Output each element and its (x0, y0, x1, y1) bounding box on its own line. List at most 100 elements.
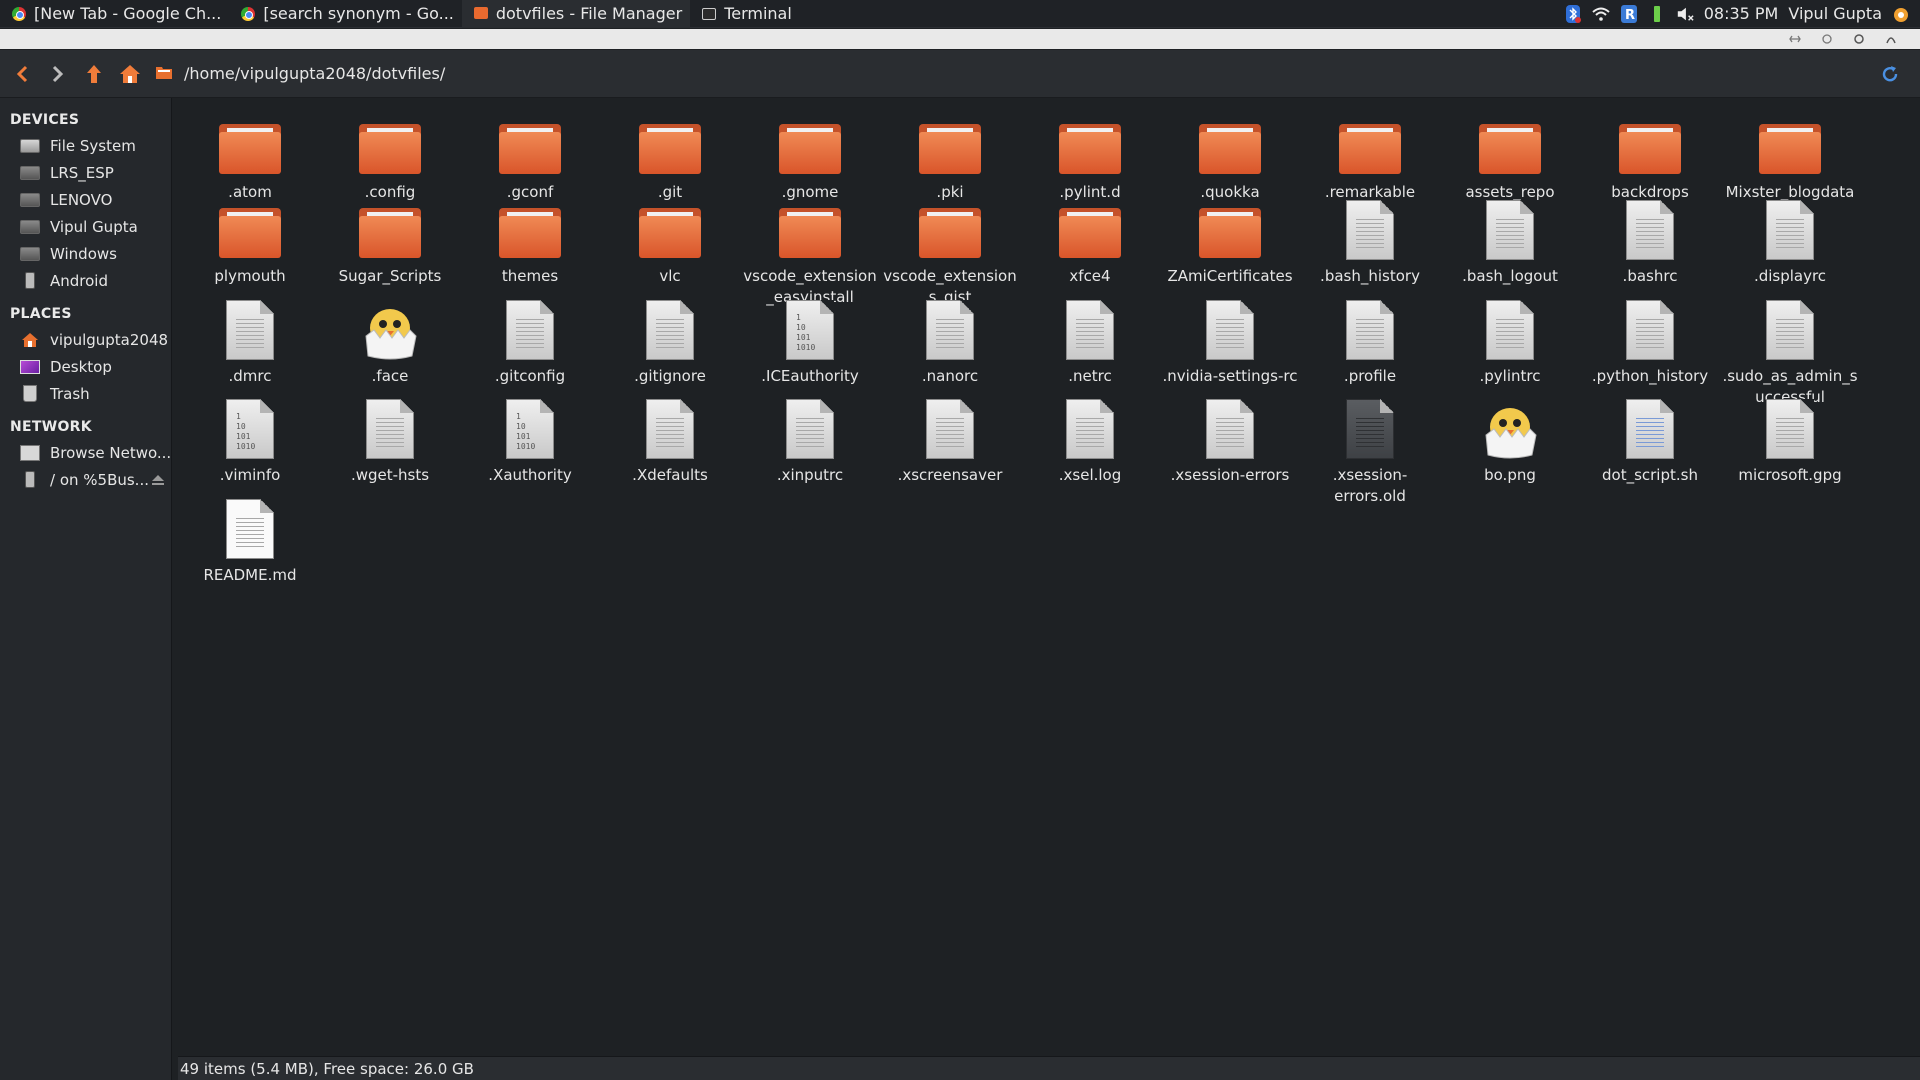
file-item[interactable]: .xsel.log (1020, 395, 1160, 486)
file-name: xfce4 (1069, 267, 1111, 285)
file-name: .dmrc (228, 367, 272, 385)
close-icon[interactable] (1884, 32, 1898, 46)
file-item[interactable]: .xscreensaver (880, 395, 1020, 486)
file-item[interactable]: .bash_logout (1440, 196, 1580, 287)
text-file-icon (1338, 196, 1402, 260)
folder-item[interactable]: ZAmiCertificates (1160, 196, 1300, 287)
folder-item[interactable]: backdrops (1580, 112, 1720, 203)
sidebar-item-browse-network[interactable]: Browse Netwo... (0, 439, 171, 466)
path-text[interactable]: /home/vipulgupta2048/dotvfiles/ (184, 64, 445, 83)
drive-icon (20, 218, 40, 236)
r-app-icon[interactable]: R (1620, 4, 1638, 23)
wifi-icon[interactable] (1592, 5, 1610, 23)
folder-item[interactable]: themes (460, 196, 600, 287)
file-item[interactable]: .profile (1300, 296, 1440, 387)
task-chrome-search[interactable]: [search synonym - Go... (229, 0, 462, 28)
home-button[interactable] (112, 56, 148, 92)
sidebar-item-remote-mount[interactable]: / on %5Bus... (0, 466, 171, 493)
file-item[interactable]: .pylintrc (1440, 296, 1580, 387)
file-name: .xinputrc (776, 466, 844, 484)
folder-icon (778, 112, 842, 176)
file-item[interactable]: .nvidia-settings-rc (1160, 296, 1300, 387)
refresh-button[interactable] (1872, 56, 1908, 92)
sidebar-item-windows[interactable]: Windows (0, 240, 171, 267)
folder-item[interactable]: .gnome (740, 112, 880, 203)
folder-item[interactable]: .pylint.d (1020, 112, 1160, 203)
file-item[interactable]: .xsession-errors.old (1300, 395, 1440, 507)
folder-item[interactable]: .quokka (1160, 112, 1300, 203)
file-item[interactable]: microsoft.gpg (1720, 395, 1860, 486)
sidebar-item-lenovo[interactable]: LENOVO (0, 186, 171, 213)
folder-item[interactable]: .config (320, 112, 460, 203)
file-item[interactable]: .xsession-errors (1160, 395, 1300, 486)
task-terminal[interactable]: Terminal (690, 0, 800, 28)
file-item[interactable]: .dmrc (180, 296, 320, 387)
minimize-icon[interactable] (1820, 32, 1834, 46)
folder-item[interactable]: Sugar_Scripts (320, 196, 460, 287)
location-bar[interactable]: /home/vipulgupta2048/dotvfiles/ (156, 56, 445, 92)
file-item[interactable]: .wget-hsts (320, 395, 460, 486)
folder-item[interactable]: .gconf (460, 112, 600, 203)
file-item[interactable]: .sudo_as_admin_successful (1720, 296, 1860, 408)
sidebar-item-vipul-gupta[interactable]: Vipul Gupta (0, 213, 171, 240)
folder-item[interactable]: xfce4 (1020, 196, 1160, 287)
task-chrome-newtab[interactable]: [New Tab - Google Ch... (0, 0, 229, 28)
sidebar-item-trash[interactable]: Trash (0, 380, 171, 407)
file-item[interactable]: dot_script.sh (1580, 395, 1720, 486)
file-item[interactable]: .xinputrc (740, 395, 880, 486)
sidebar-item-desktop[interactable]: Desktop (0, 353, 171, 380)
file-item[interactable]: .gitconfig (460, 296, 600, 387)
task-file-manager[interactable]: dotvfiles - File Manager (461, 0, 691, 28)
file-view[interactable]: .atom .config .gconf .git .gnome .pki .pylint.… (178, 98, 1920, 1056)
folder-item[interactable]: plymouth (180, 196, 320, 287)
status-bar: 49 items (5.4 MB), Free space: 26.0 GB (178, 1056, 1920, 1080)
sidebar-item-android[interactable]: Android (0, 267, 171, 294)
file-item[interactable]: .face (320, 296, 460, 387)
file-item[interactable]: 1 10 101 1010 .ICEauthority (740, 296, 880, 387)
folder-item[interactable]: .atom (180, 112, 320, 203)
folder-item[interactable]: vlc (600, 196, 740, 287)
bluetooth-icon[interactable] (1564, 4, 1582, 23)
up-button[interactable] (76, 56, 112, 92)
trash-icon (20, 385, 40, 403)
forward-button[interactable] (40, 56, 76, 92)
folder-item[interactable]: Mixster_blogdata (1720, 112, 1860, 203)
file-item[interactable]: .bash_history (1300, 196, 1440, 287)
sidebar-item-lrs-esp[interactable]: LRS_ESP (0, 159, 171, 186)
file-item[interactable]: 1 10 101 1010 .Xauthority (460, 395, 600, 486)
folder-item[interactable]: .pki (880, 112, 1020, 203)
sidebar-item-home[interactable]: vipulgupta2048 (0, 326, 171, 353)
file-item[interactable]: .python_history (1580, 296, 1720, 387)
folder-item[interactable]: assets_repo (1440, 112, 1580, 203)
clock[interactable]: 08:35 PM (1704, 4, 1779, 23)
eject-icon[interactable] (151, 473, 165, 487)
whisker-menu-icon[interactable] (1892, 5, 1910, 23)
binary-file-icon: 1 10 101 1010 (218, 395, 282, 459)
volume-muted-icon[interactable] (1676, 5, 1694, 23)
back-button[interactable] (4, 56, 40, 92)
file-item[interactable]: .nanorc (880, 296, 1020, 387)
file-item[interactable]: .bashrc (1580, 196, 1720, 287)
folder-icon (1618, 112, 1682, 176)
user-menu[interactable]: Vipul Gupta (1788, 4, 1882, 23)
sidebar-item-label: Android (50, 271, 108, 290)
file-item[interactable]: .displayrc (1720, 196, 1860, 287)
sticky-icon[interactable] (1788, 32, 1802, 46)
folder-item[interactable]: vscode_extension_easyinstall (740, 196, 880, 308)
battery-icon[interactable] (1648, 5, 1666, 23)
file-item[interactable]: 1 10 101 1010 .viminfo (180, 395, 320, 486)
folder-item[interactable]: .remarkable (1300, 112, 1440, 203)
file-item[interactable]: bo.png (1440, 395, 1580, 486)
file-item[interactable]: .gitignore (600, 296, 740, 387)
top-panel: [New Tab - Google Ch... [search synonym … (0, 0, 1920, 28)
folder-item[interactable]: vscode_extensions_gist (880, 196, 1020, 308)
text-file-icon (1058, 296, 1122, 360)
file-item[interactable]: .netrc (1020, 296, 1160, 387)
file-item[interactable]: .Xdefaults (600, 395, 740, 486)
folder-item[interactable]: .git (600, 112, 740, 203)
maximize-icon[interactable] (1852, 32, 1866, 46)
chick-image-icon (358, 296, 422, 360)
file-item[interactable]: README.md (180, 495, 320, 586)
window-title-strip (0, 29, 1920, 49)
sidebar-item-file-system[interactable]: File System (0, 132, 171, 159)
